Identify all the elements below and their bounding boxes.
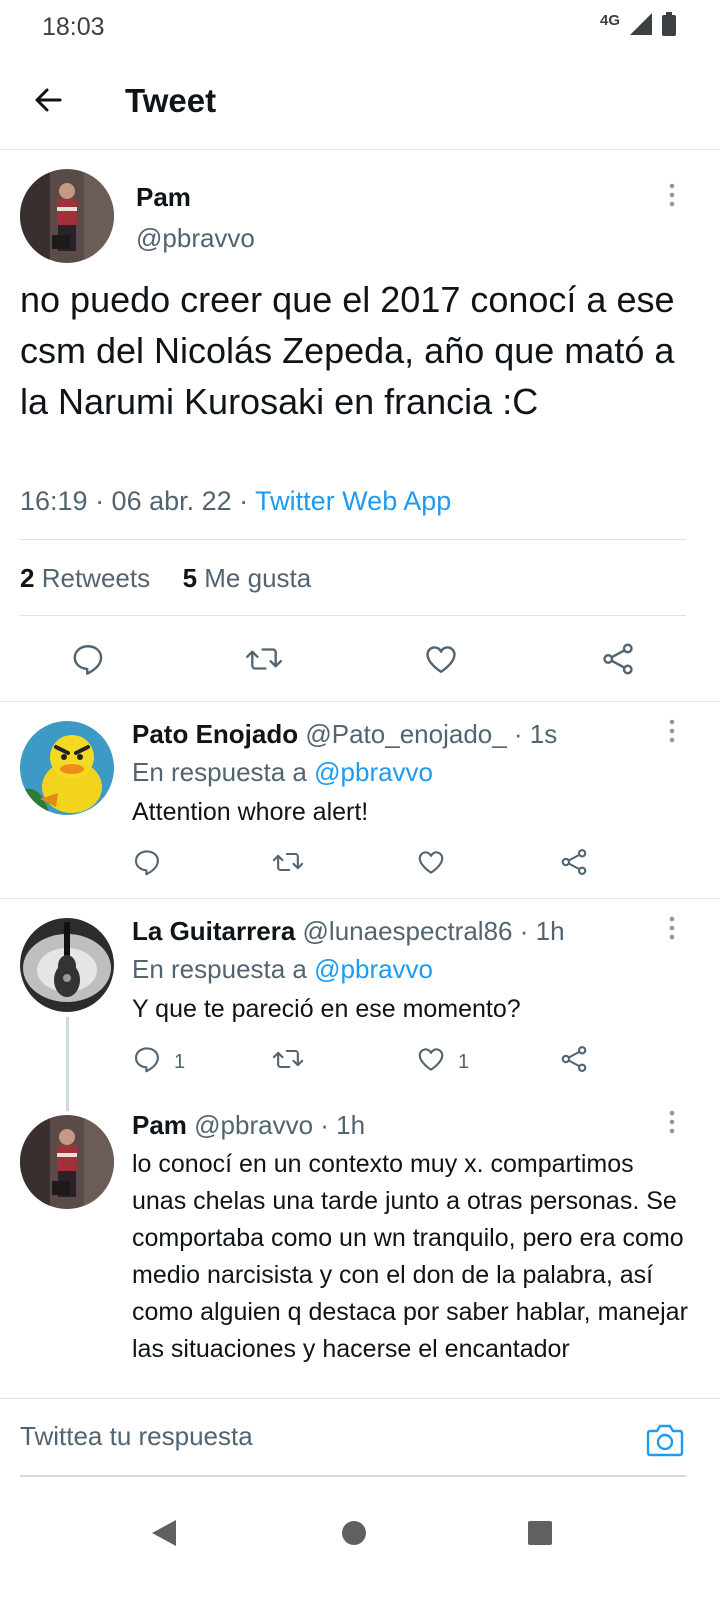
retweet-icon [272,847,304,883]
likes-count: 5 [182,563,198,593]
avatar[interactable] [20,1115,114,1209]
camera-icon [646,1423,684,1462]
share-button[interactable] [600,641,636,683]
tweet-timestamp: 16:19 · 06 abr. 22 · [20,486,256,516]
network-label: 4G [599,12,620,29]
replying-to: En respuesta a @pbravvo [132,757,433,788]
tweet-stats: 2 Retweets 5 Me gusta [20,563,311,594]
reply-text: Y que te pareció en ese momento? [132,995,521,1023]
likes-stat[interactable]: 5 Me gusta [183,563,312,593]
square-recents-icon [526,1519,554,1552]
nav-home-button[interactable] [329,1510,379,1560]
arrow-left-icon [32,84,64,121]
author-name[interactable]: Pato Enojado [132,719,298,749]
more-options-button[interactable] [657,1109,687,1139]
reply-input[interactable]: Twittea tu respuesta [20,1421,253,1452]
heart-icon [423,641,459,683]
comment-icon [132,1044,162,1080]
comment-icon [132,847,162,883]
avatar[interactable] [20,721,114,815]
main-tweet: Pam @pbravvo no puedo creer que el 2017 … [0,150,720,702]
tweet-source-link[interactable]: Twitter Web App [255,486,451,516]
reply-tweet[interactable]: Pato Enojado @Pato_enojado_ · 1s En resp… [0,702,720,899]
reply-count: 1 [174,1050,186,1073]
retweet-button[interactable] [272,847,304,883]
triangle-back-icon [150,1518,178,1553]
reply-text: Attention whore alert! [132,798,369,826]
reply-button[interactable] [132,847,174,883]
more-vertical-icon [669,183,675,212]
likes-label: Me gusta [204,563,312,593]
mention-link[interactable]: @pbravvo [314,757,433,787]
nav-back-button[interactable] [139,1510,189,1560]
more-options-button[interactable] [657,182,687,212]
nav-recents-button[interactable] [515,1510,565,1560]
replying-to-label: En respuesta a [132,954,315,984]
author-name[interactable]: Pam [136,182,191,213]
author-handle[interactable]: @pbravvo [136,223,255,254]
battery-icon [662,12,676,41]
heart-icon [416,847,446,883]
reply-header: Pato Enojado @Pato_enojado_ · 1s [132,719,557,750]
status-icons: 4G [600,12,676,41]
status-bar: 18:03 4G [0,0,720,54]
avatar[interactable] [20,169,114,263]
replying-to-label: En respuesta a [132,757,315,787]
circle-home-icon [340,1519,368,1552]
author-handle[interactable]: @pbravvo · 1h [194,1110,365,1140]
replying-to: En respuesta a @pbravvo [132,954,433,985]
author-handle[interactable]: @Pato_enojado_ · 1s [305,719,557,749]
divider [20,615,686,616]
like-button[interactable] [423,641,459,683]
reply-header: La Guitarrera @lunaespectral86 · 1h [132,916,565,947]
more-vertical-icon [669,719,675,748]
page-title: Tweet [125,82,217,119]
author-name[interactable]: La Guitarrera [132,916,295,946]
reply-text: lo conocí en un contexto muy x. comparti… [132,1150,688,1363]
retweets-stat[interactable]: 2 Retweets [20,563,150,593]
compose-bar: Twittea tu respuesta [0,1398,720,1478]
more-vertical-icon [669,1110,675,1139]
reply-tweet[interactable]: La Guitarrera @lunaespectral86 · 1h En r… [0,899,720,1111]
retweets-label: Retweets [41,563,151,593]
reply-tweet[interactable]: Pam @pbravvo · 1h lo conocí en un contex… [0,1096,720,1398]
reply-button[interactable]: 1 [132,1044,185,1080]
author-name[interactable]: Pam [132,1110,187,1140]
system-nav-bar [0,1480,720,1600]
heart-icon [416,1044,446,1080]
more-options-button[interactable] [657,718,687,748]
camera-button[interactable] [645,1422,685,1462]
tweet-actions [0,636,720,686]
like-count: 1 [458,1050,470,1073]
retweet-button[interactable] [272,1044,304,1080]
retweets-count: 2 [20,563,35,593]
input-underline [20,1475,686,1477]
status-time: 18:03 [42,13,105,41]
retweet-button[interactable] [245,641,283,683]
like-button[interactable]: 1 [416,1044,469,1080]
comment-icon [70,641,106,683]
like-button[interactable] [416,847,458,883]
app-bar: Tweet [0,54,720,150]
mention-link[interactable]: @pbravvo [314,954,433,984]
back-button[interactable] [26,80,70,124]
avatar[interactable] [20,918,114,1012]
reply-button[interactable] [70,641,106,683]
more-vertical-icon [669,916,675,945]
signal-icon [630,13,652,40]
divider [20,539,686,540]
tweet-meta: 16:19 · 06 abr. 22 · Twitter Web App [20,486,451,517]
share-icon [559,847,589,883]
share-button[interactable] [559,1044,589,1080]
retweet-icon [245,641,283,683]
more-options-button[interactable] [657,915,687,945]
author-handle[interactable]: @lunaespectral86 · 1h [303,916,565,946]
share-icon [600,641,636,683]
share-button[interactable] [559,847,589,883]
retweet-icon [272,1044,304,1080]
tweet-text: no puedo creer que el 2017 conocí a ese … [20,279,675,422]
share-icon [559,1044,589,1080]
reply-header: Pam @pbravvo · 1h [132,1110,365,1141]
